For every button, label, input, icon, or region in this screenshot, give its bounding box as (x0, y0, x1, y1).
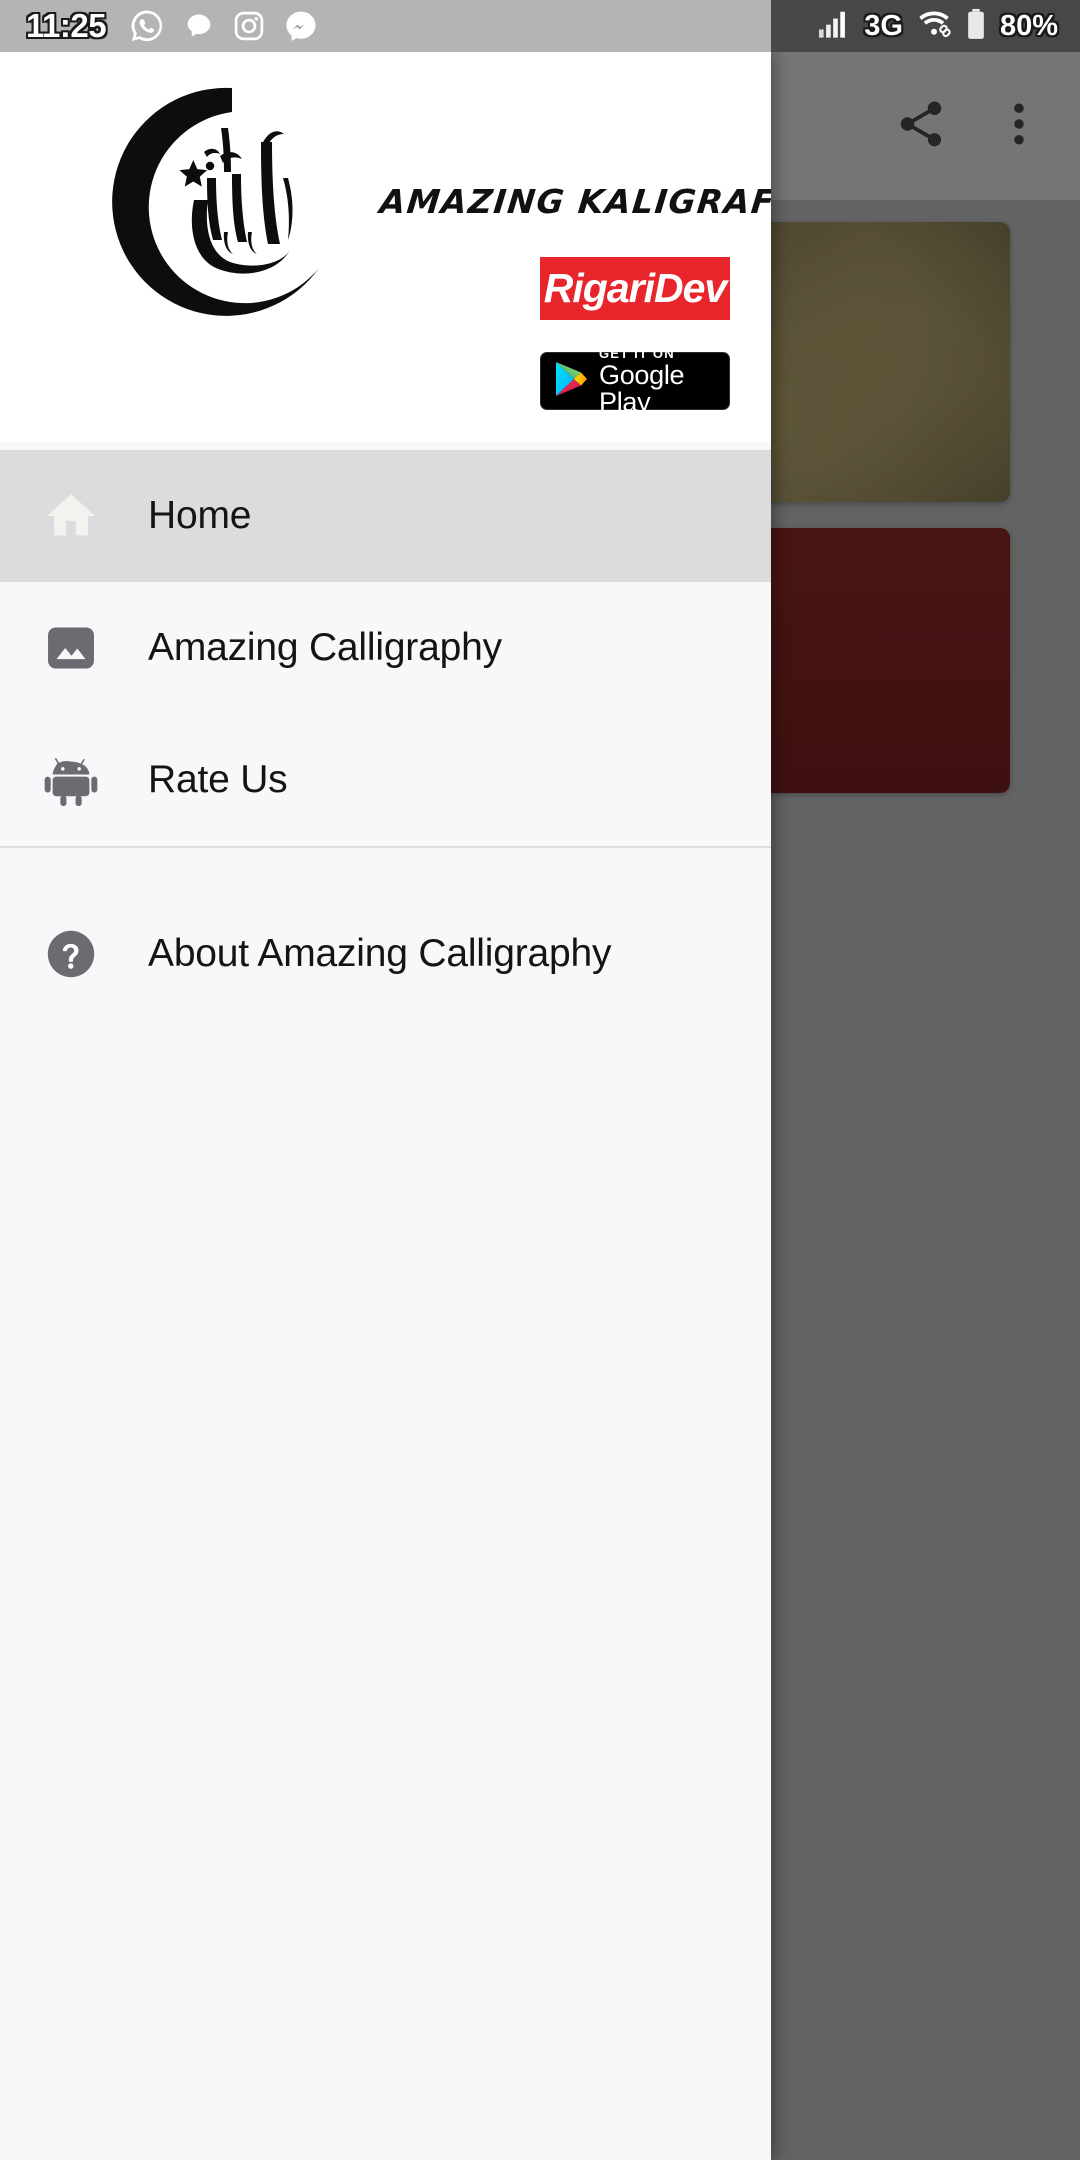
navigation-drawer: AMAZING KALIGRAFI RigariDev GET IT ON Go… (0, 52, 771, 2160)
signal-bars-icon (817, 9, 851, 44)
network-type-label: 3G (864, 9, 903, 42)
rigaridev-badge[interactable]: RigariDev (540, 257, 730, 320)
play-badge-big-text: Google Play (599, 359, 685, 417)
instagram-icon (232, 9, 266, 43)
battery-icon (965, 8, 987, 45)
google-play-badge[interactable]: GET IT ON Google Play (540, 347, 730, 415)
status-bar: 11:25 3G 80% (0, 0, 1080, 52)
google-play-triangle-icon (554, 360, 588, 403)
menu-item-home[interactable]: Home (0, 450, 771, 582)
menu-item-label: Rate Us (148, 758, 288, 801)
rigaridev-label: RigariDev (543, 265, 727, 311)
drawer-header: AMAZING KALIGRAFI RigariDev GET IT ON Go… (0, 52, 771, 442)
menu-item-amazing-calligraphy[interactable]: Amazing Calligraphy (0, 582, 771, 714)
play-badge-small-text: GET IT ON (599, 345, 675, 361)
drawer-menu-list: Home Amazing Calligraphy Rate Us About A… (0, 442, 771, 1020)
menu-item-label: Home (148, 494, 252, 537)
whatsapp-icon (128, 7, 166, 45)
menu-item-label: About Amazing Calligraphy (148, 932, 612, 975)
brand-block: AMAZING KALIGRAFI RigariDev GET IT ON Go… (370, 52, 771, 442)
menu-item-rate-us[interactable]: Rate Us (0, 714, 771, 846)
phone-screen: Dev (0, 0, 1080, 2160)
battery-percent-label: 80% (999, 9, 1058, 42)
menu-group-spacer (0, 848, 771, 888)
app-title: AMAZING KALIGRAFI (377, 182, 771, 221)
android-robot-icon (36, 751, 106, 809)
message-bubble-icon (183, 10, 215, 42)
status-bar-left: 11:25 (0, 0, 771, 52)
wifi-icon (916, 9, 952, 44)
home-icon (36, 487, 106, 545)
status-bar-right: 3G 80% (771, 0, 1080, 52)
allah-calligraphy-crescent-logo (112, 82, 352, 322)
image-icon (36, 619, 106, 677)
status-time: 11:25 (26, 7, 107, 44)
help-circle-icon (36, 925, 106, 983)
menu-item-about[interactable]: About Amazing Calligraphy (0, 888, 771, 1020)
notification-icons (128, 7, 319, 45)
messenger-icon (283, 8, 319, 44)
menu-item-label: Amazing Calligraphy (148, 626, 502, 669)
